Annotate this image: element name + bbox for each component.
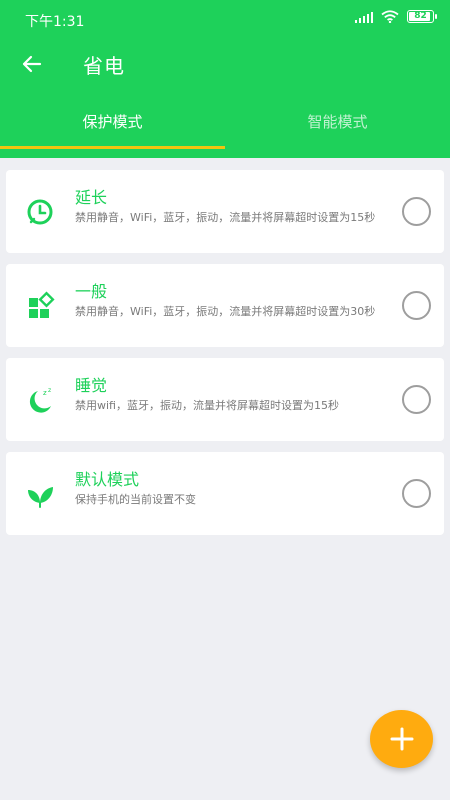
battery-icon: 82 [407,10,437,23]
page-title: 省电 [83,54,125,78]
shapes-icon [29,291,55,318]
battery-level: 82 [414,11,427,21]
status-icons: 82 [355,10,437,23]
tab-smart-mode[interactable]: 智能模式 [225,100,450,150]
mode-title: 延长 [75,188,108,207]
tab-protect-mode[interactable]: 保护模式 [0,100,225,150]
mode-title: 睡觉 [75,376,108,395]
leaf-icon [28,487,53,508]
mode-title: 默认模式 [75,470,140,489]
svg-text:z: z [43,389,47,397]
clock-icon [27,199,53,225]
mode-description: 禁用静音，WiFi，蓝牙，振动，流量并将屏幕超时设置为30秒 [75,305,376,318]
svg-text:z: z [48,387,51,394]
tab-indicator [0,146,225,149]
app-header: 下午1:31 82 省电 保护模式 智能模式 [0,0,450,158]
mode-radio[interactable] [402,479,431,508]
back-button[interactable] [18,50,46,78]
arrow-left-icon [22,55,42,73]
mode-radio[interactable] [402,197,431,226]
mode-radio[interactable] [402,291,431,320]
mode-card-extend[interactable]: 延长 禁用静音，WiFi，蓝牙，振动，流量并将屏幕超时设置为15秒 [6,170,444,253]
mode-card-sleep[interactable]: z z 睡觉 禁用wifi，蓝牙，振动，流量并将屏幕超时设置为15秒 [6,358,444,441]
mode-radio[interactable] [402,385,431,414]
mode-description: 禁用静音，WiFi，蓝牙，振动，流量并将屏幕超时设置为15秒 [75,211,376,224]
mode-title: 一般 [75,282,108,301]
moon-sleep-icon: z z [29,387,51,413]
status-bar: 下午1:31 82 [0,0,450,36]
wifi-icon [381,10,399,23]
add-mode-button[interactable] [370,710,433,768]
plus-icon [390,727,413,751]
signal-icon [355,11,373,23]
mode-description: 保持手机的当前设置不变 [75,493,196,506]
toolbar: 省电 [0,36,450,92]
tab-bar: 保护模式 智能模式 [0,100,450,150]
mode-card-default[interactable]: 默认模式 保持手机的当前设置不变 [6,452,444,535]
mode-description: 禁用wifi，蓝牙，振动，流量并将屏幕超时设置为15秒 [75,399,339,412]
status-time: 下午1:31 [25,14,85,30]
mode-card-normal[interactable]: 一般 禁用静音，WiFi，蓝牙，振动，流量并将屏幕超时设置为30秒 [6,264,444,347]
